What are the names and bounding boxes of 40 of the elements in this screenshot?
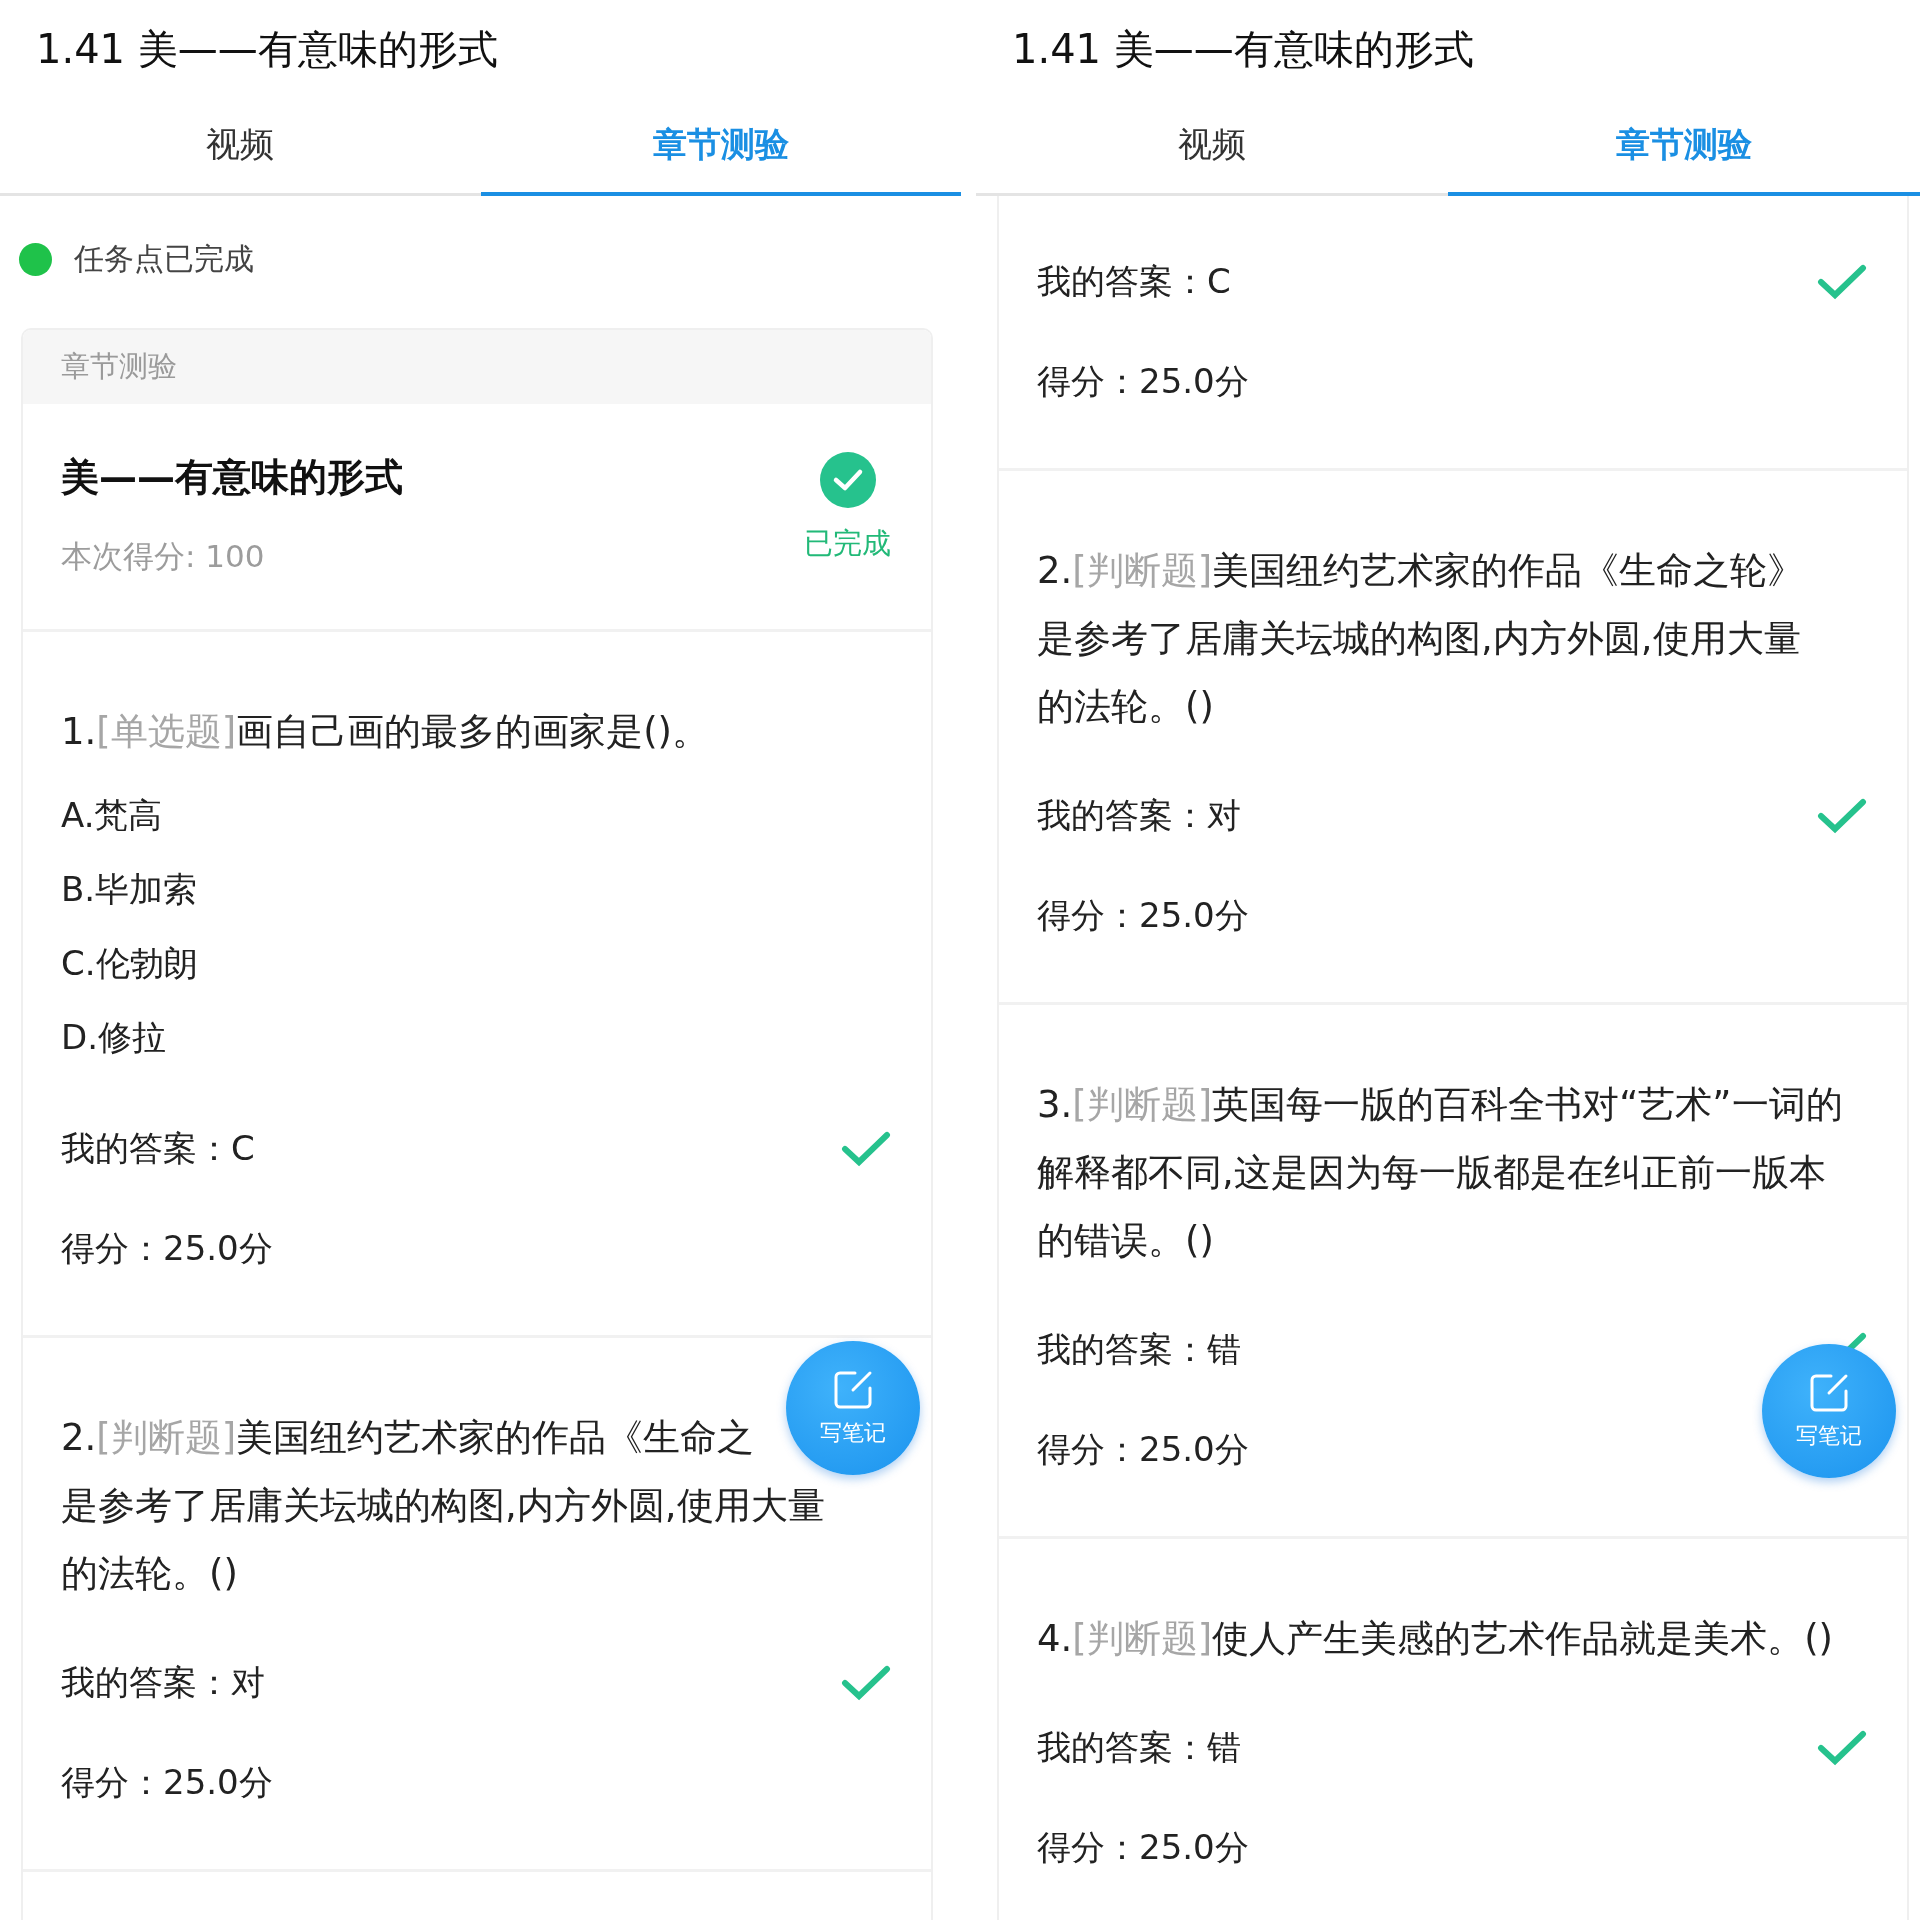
question-text: 2.[判断题]美国纽约艺术家的作品《生命之 [61, 1415, 755, 1461]
answer-option: D.修拉 [61, 1000, 891, 1074]
question-text: 是参考了居庸关坛城的构图,内方外圆,使用大量 [61, 1483, 825, 1529]
question-score: 得分：25.0分 [61, 1761, 273, 1804]
card-header: 章节测验 [23, 330, 931, 404]
answer-option: B.毕加索 [61, 852, 891, 926]
my-answer: 我的答案：错 [1037, 1328, 1241, 1371]
question-score: 得分：25.0分 [1037, 1826, 1249, 1869]
question-text: 是参考了居庸关坛城的构图,内方外圆,使用大量 [1037, 616, 1801, 662]
my-answer: 我的答案：对 [1037, 794, 1241, 837]
tab[interactable]: 章节测验 [1448, 98, 1920, 196]
tab[interactable]: 视频 [976, 98, 1448, 196]
completed-label: 已完成 [804, 525, 891, 562]
question-text: 解释都不同,这是因为每一版都是在纠正前一版本 [1037, 1150, 1826, 1196]
quiz-title: 美——有意味的形式 [61, 454, 403, 501]
answer-option: C.伦勃朗 [61, 926, 891, 1000]
question-text: 2.[判断题]美国纽约艺术家的作品《生命之轮》 [1037, 548, 1805, 594]
question-text: 4.[判断题]使人产生美感的艺术作品就是美术。() [1037, 1616, 1834, 1662]
question-score: 得分：25.0分 [61, 1227, 273, 1270]
page-title: 1.41 美——有意味的形式 [1011, 24, 1475, 74]
status-text: 任务点已完成 [74, 240, 254, 278]
question-score: 得分：25.0分 [1037, 360, 1249, 403]
question-text: 的法轮。() [61, 1551, 238, 1597]
question-text: 3.[判断题]英国每一版的百科全书对“艺术”一词的 [1037, 1082, 1843, 1128]
answer-option: A.梵高 [61, 778, 891, 852]
quiz-score: 本次得分: 100 [61, 537, 266, 576]
my-answer: 我的答案：错 [1037, 1726, 1241, 1769]
my-answer: 我的答案：C [1037, 260, 1231, 303]
question-text: 的错误。() [1037, 1218, 1214, 1264]
question-text: 1.[单选题]画自己画的最多的画家是()。 [61, 709, 710, 755]
question-score: 得分：25.0分 [1037, 1428, 1249, 1471]
question-score: 得分：25.0分 [1037, 894, 1249, 937]
my-answer: 我的答案：对 [61, 1661, 265, 1704]
page-title: 1.41 美——有意味的形式 [35, 24, 499, 74]
write-note-button[interactable]: 写笔记 [1762, 1344, 1896, 1478]
my-answer: 我的答案：C [61, 1127, 255, 1170]
question-text: 的法轮。() [1037, 684, 1214, 730]
tab[interactable]: 视频 [0, 98, 481, 196]
write-note-button[interactable]: 写笔记 [786, 1341, 920, 1475]
tab[interactable]: 章节测验 [480, 98, 961, 196]
